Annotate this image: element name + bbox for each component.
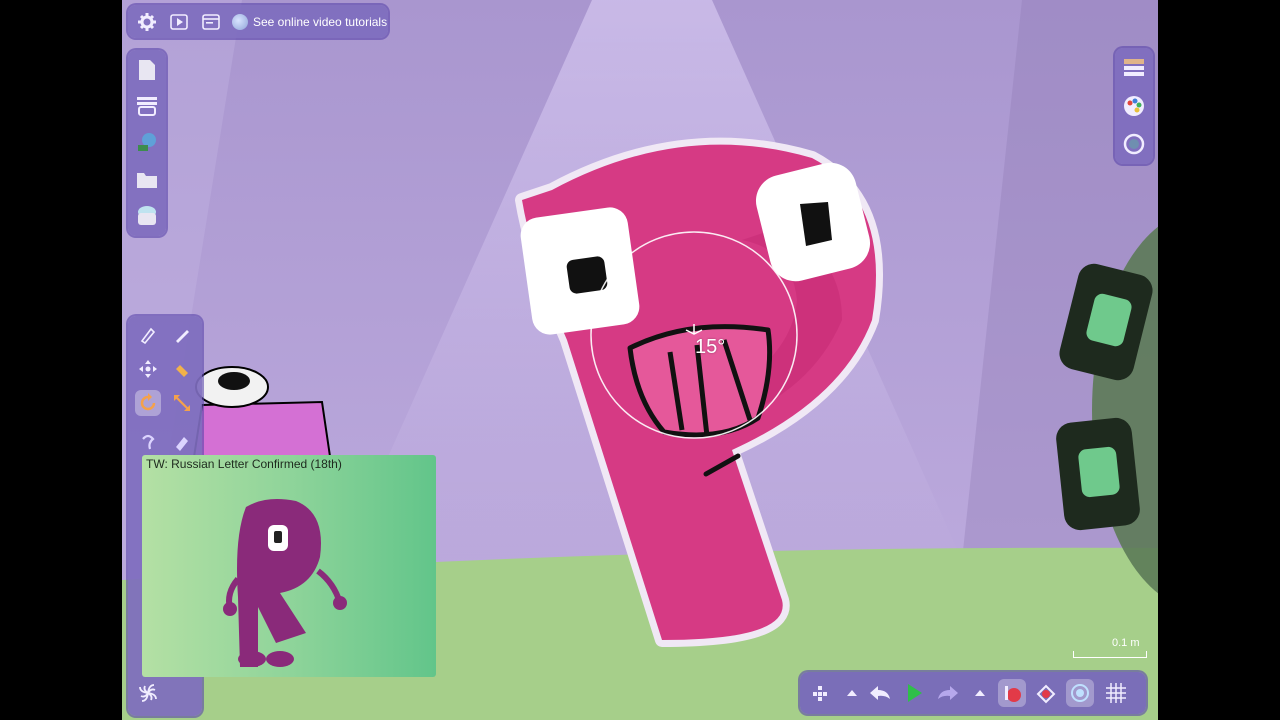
smudge-tool-icon[interactable] <box>169 430 195 456</box>
apple-icon[interactable] <box>998 679 1026 707</box>
bottom-toolbar <box>800 672 1146 714</box>
timeline-icon[interactable] <box>1122 56 1146 80</box>
caret-up-icon[interactable] <box>966 679 994 707</box>
onion-skin-icon[interactable] <box>1032 679 1060 707</box>
scale-label: 0.1 m <box>1112 637 1140 649</box>
pen-tool-icon[interactable] <box>135 322 161 348</box>
left-file-panel <box>128 50 166 236</box>
search-icon[interactable] <box>1122 132 1146 156</box>
undo-icon[interactable] <box>866 679 894 707</box>
layers-icon[interactable] <box>135 94 159 118</box>
play-icon[interactable] <box>900 679 928 707</box>
camera-icon[interactable] <box>1066 679 1094 707</box>
scale-tool-icon[interactable] <box>169 390 195 416</box>
picture-in-picture-video[interactable]: TW: Russian Letter Confirmed (18th) <box>142 455 436 677</box>
character-icon[interactable] <box>135 130 159 154</box>
pencil-tool-icon[interactable] <box>169 322 195 348</box>
play-icon[interactable] <box>168 11 190 33</box>
redo-icon[interactable] <box>934 679 962 707</box>
new-file-icon[interactable] <box>135 58 159 82</box>
scale-bar <box>1073 651 1147 658</box>
folder-icon[interactable] <box>135 168 159 192</box>
grid-dots-icon[interactable] <box>806 679 834 707</box>
right-panel <box>1115 48 1153 164</box>
grid-icon[interactable] <box>1102 679 1130 707</box>
tutorials-label: See online video tutorials <box>253 14 388 29</box>
pip-artwork <box>223 499 347 667</box>
color-palette-icon[interactable] <box>1122 94 1146 118</box>
rotate-tool-icon[interactable] <box>135 390 161 416</box>
hand-tool-icon[interactable] <box>169 356 195 382</box>
window-icon[interactable] <box>200 11 222 33</box>
bone-tool-icon[interactable] <box>135 430 161 456</box>
rotation-angle-readout: 15° <box>695 336 726 358</box>
gear-icon[interactable] <box>136 11 158 33</box>
move-tool-icon[interactable] <box>135 356 161 382</box>
cloud-icon[interactable] <box>135 204 159 228</box>
top-toolbar: See online video tutorials <box>128 5 388 38</box>
globe-icon <box>232 13 248 30</box>
caret-up-icon[interactable] <box>838 679 866 707</box>
tutorials-link[interactable]: See online video tutorials <box>232 13 388 30</box>
canvas-stage[interactable]: 15° See online video tutorials TW: Russi… <box>122 0 1158 720</box>
spiral-icon[interactable] <box>135 680 161 706</box>
